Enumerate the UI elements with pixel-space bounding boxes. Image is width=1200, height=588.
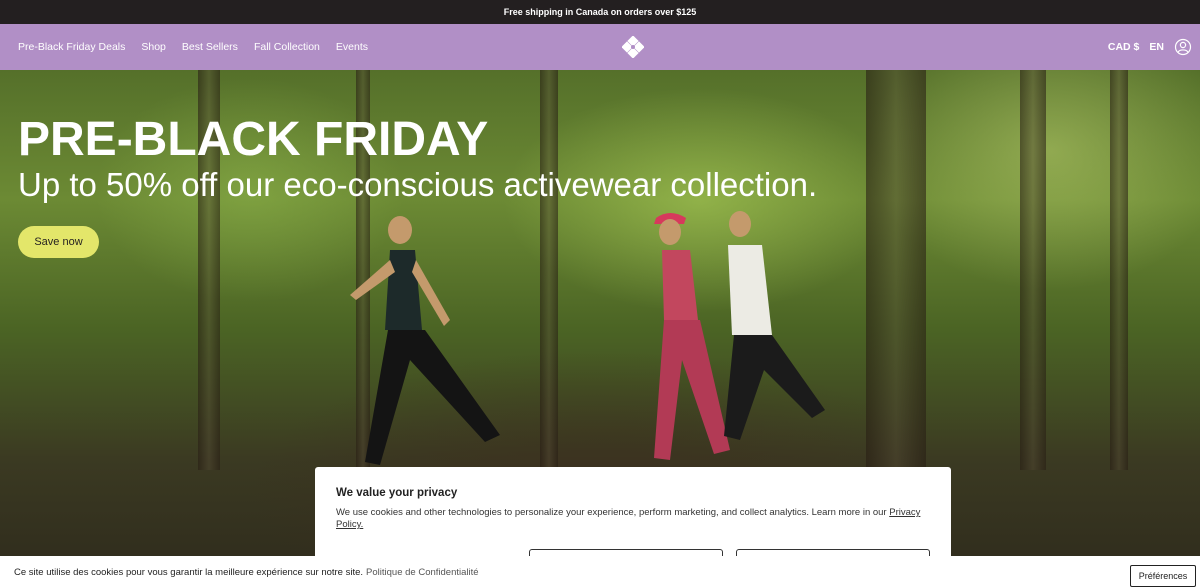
account-icon[interactable]: [1174, 38, 1192, 56]
save-now-button[interactable]: Save now: [18, 226, 99, 258]
cookie-bar-text: Ce site utilise des cookies pour vous ga…: [14, 566, 364, 578]
preferences-button[interactable]: Préférences: [1130, 565, 1196, 587]
runner-image: [724, 211, 825, 440]
tree-trunk-decoration: [1110, 70, 1128, 470]
nav-link-shop[interactable]: Shop: [141, 41, 166, 53]
flower-logo-icon[interactable]: [622, 36, 644, 58]
tree-trunk-decoration: [540, 70, 558, 470]
nav-link-fall-collection[interactable]: Fall Collection: [254, 41, 320, 53]
runner-image: [350, 216, 500, 465]
main-nav: Pre-Black Friday Deals Shop Best Sellers…: [0, 24, 1200, 70]
announcement-text: Free shipping in Canada on orders over $…: [503, 7, 697, 17]
tree-trunk-decoration: [1020, 70, 1046, 470]
cookie-bar: Ce site utilise des cookies pour vous ga…: [0, 556, 1200, 588]
hero-subtitle: Up to 50% off our eco-conscious activewe…: [18, 166, 818, 203]
announcement-bar: Free shipping in Canada on orders over $…: [0, 0, 1200, 24]
hero-title: PRE-BLACK FRIDAY: [18, 113, 489, 166]
nav-link-best-sellers[interactable]: Best Sellers: [182, 41, 238, 53]
privacy-body-text: We use cookies and other technologies to…: [336, 507, 887, 518]
nav-right: CAD $ EN: [1108, 24, 1192, 70]
nav-link-pre-black-friday-deals[interactable]: Pre-Black Friday Deals: [18, 41, 125, 53]
privacy-policy-fr-link[interactable]: Politique de Confidentialité: [366, 567, 479, 578]
nav-link-events[interactable]: Events: [336, 41, 368, 53]
nav-links: Pre-Black Friday Deals Shop Best Sellers…: [18, 24, 368, 70]
privacy-body: We use cookies and other technologies to…: [336, 507, 930, 531]
currency-selector[interactable]: CAD $: [1108, 41, 1140, 53]
language-selector[interactable]: EN: [1149, 41, 1164, 53]
privacy-title: We value your privacy: [336, 487, 458, 499]
